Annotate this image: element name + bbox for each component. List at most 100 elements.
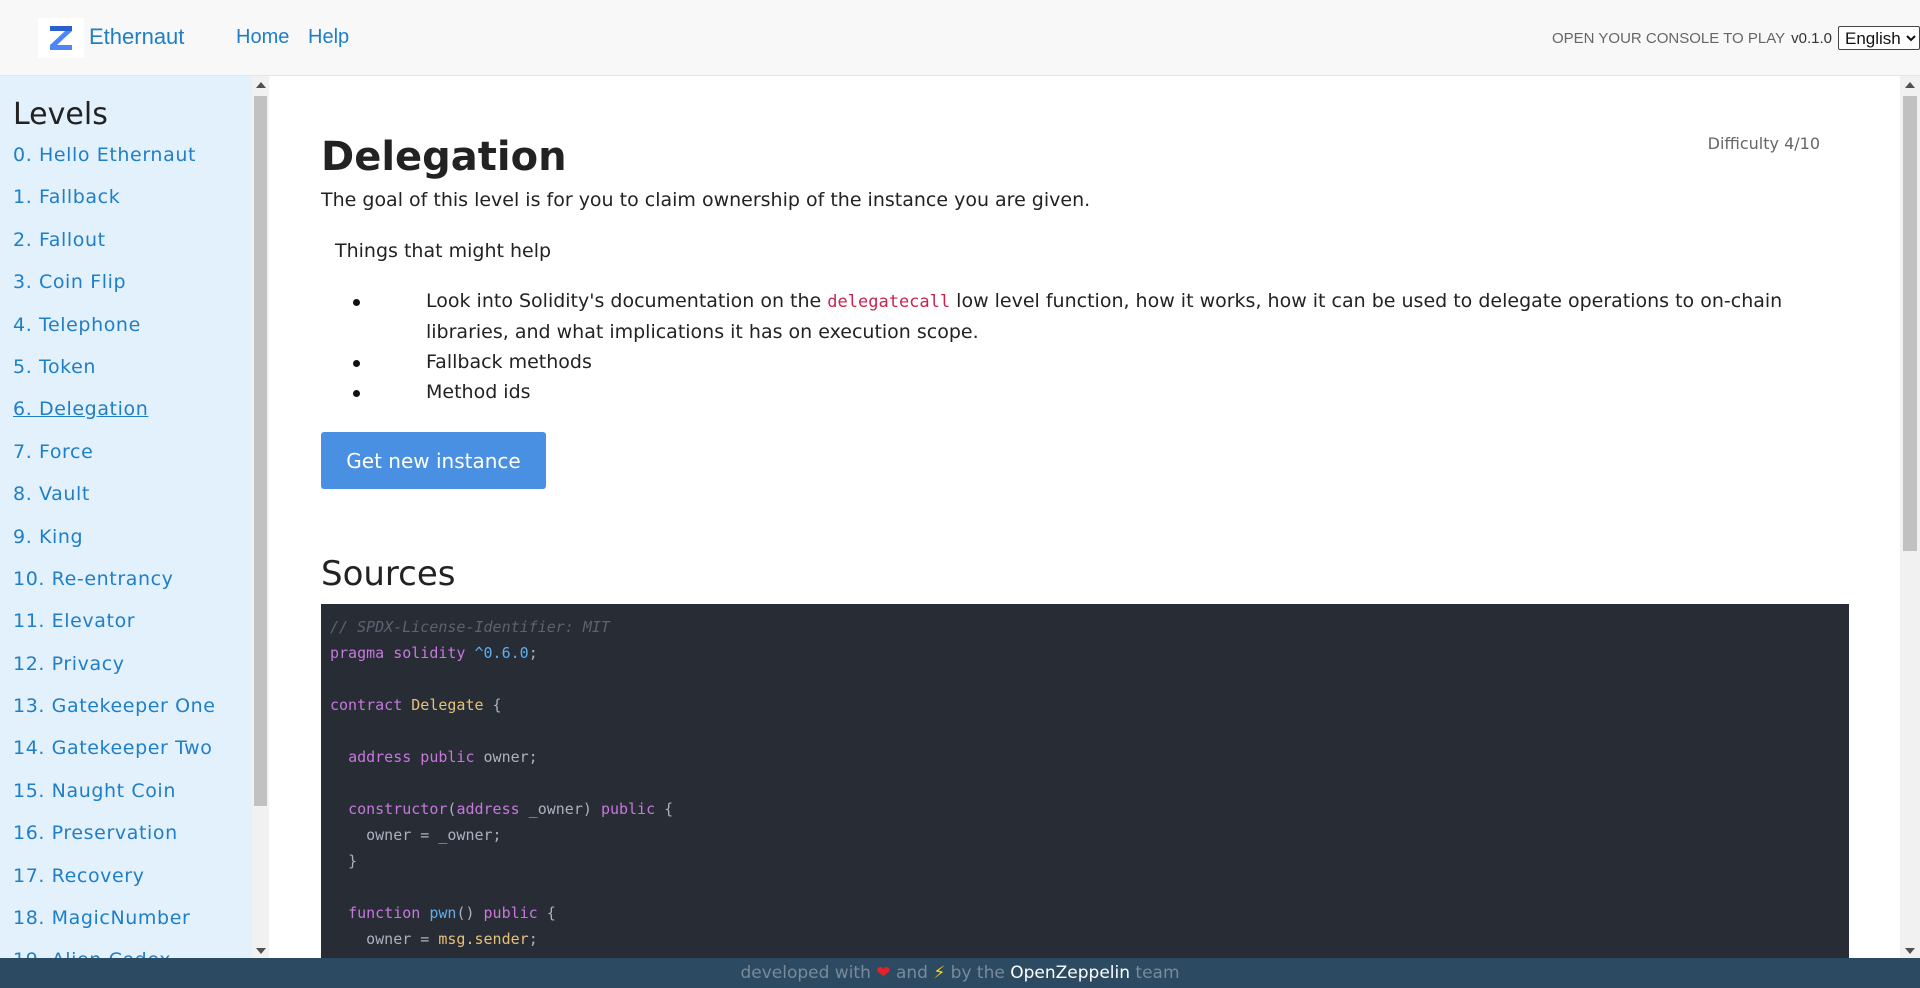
footer-text: team bbox=[1135, 963, 1180, 983]
level-item-2[interactable]: 2. Fallout bbox=[13, 229, 216, 271]
code-text: { bbox=[537, 904, 556, 922]
inline-code: delegatecall bbox=[827, 292, 951, 312]
code-text: } bbox=[348, 852, 358, 870]
level-item-1[interactable]: 1. Fallback bbox=[13, 186, 216, 228]
code-text: owner = bbox=[366, 930, 439, 948]
level-item-12[interactable]: 12. Privacy bbox=[13, 653, 216, 695]
help-item-text: Look into Solidity's documentation on th… bbox=[426, 290, 828, 312]
nav-help-link[interactable]: Help bbox=[308, 26, 349, 49]
help-item-text: Method ids bbox=[426, 381, 531, 403]
help-title: Things that might help bbox=[335, 240, 552, 262]
level-description: The goal of this level is for you to cla… bbox=[321, 189, 1091, 211]
bullet-icon bbox=[353, 360, 360, 367]
main-content: Delegation Difficulty 4/10 The goal of t… bbox=[270, 76, 1900, 958]
scroll-down-arrow-icon[interactable] bbox=[256, 948, 266, 954]
code-function-name: pwn bbox=[429, 904, 457, 922]
get-new-instance-button[interactable]: Get new instance bbox=[321, 432, 546, 489]
code-line: function pwn() public { bbox=[330, 900, 1840, 926]
level-item-5[interactable]: 5. Token bbox=[13, 356, 216, 398]
page-scroll-thumb[interactable] bbox=[1903, 96, 1917, 551]
level-item-17[interactable]: 17. Recovery bbox=[13, 865, 216, 907]
code-keyword: public bbox=[483, 904, 538, 922]
code-keyword: public bbox=[600, 800, 656, 818]
sidebar-scroll-thumb[interactable] bbox=[254, 96, 267, 806]
sidebar-scrollbar[interactable] bbox=[252, 76, 269, 958]
level-item-14[interactable]: 14. Gatekeeper Two bbox=[13, 737, 216, 779]
code-comment: // SPDX-License-Identifier: MIT bbox=[330, 618, 610, 636]
level-item-8[interactable]: 8. Vault bbox=[13, 483, 216, 525]
level-item-3[interactable]: 3. Coin Flip bbox=[13, 271, 216, 313]
code-line: } bbox=[330, 848, 1840, 874]
code-text: owner; bbox=[474, 748, 538, 766]
level-item-16[interactable]: 16. Preservation bbox=[13, 822, 216, 864]
code-text: () bbox=[456, 904, 484, 922]
bullet-icon bbox=[353, 299, 360, 306]
code-keyword: function bbox=[348, 904, 421, 922]
source-code-block: // SPDX-License-Identifier: MIT pragma s… bbox=[321, 604, 1849, 958]
code-version: ^0.6.0 bbox=[465, 644, 529, 662]
level-item-11[interactable]: 11. Elevator bbox=[13, 610, 216, 652]
code-text: ; bbox=[528, 930, 538, 948]
code-line: address public owner; bbox=[330, 744, 1840, 770]
code-line: constructor(address _owner) public { bbox=[330, 796, 1840, 822]
level-item-9[interactable]: 9. King bbox=[13, 526, 216, 568]
code-line: // SPDX-License-Identifier: MIT bbox=[330, 614, 1840, 640]
level-item-13[interactable]: 13. Gatekeeper One bbox=[13, 695, 216, 737]
code-keyword: constructor bbox=[348, 800, 448, 818]
sources-heading: Sources bbox=[321, 554, 456, 594]
top-navbar: Ethernaut Home Help OPEN YOUR CONSOLE TO… bbox=[0, 0, 1920, 76]
code-text: owner = _owner; bbox=[366, 826, 502, 844]
level-item-10[interactable]: 10. Re-entrancy bbox=[13, 568, 216, 610]
level-title: Delegation bbox=[321, 134, 567, 180]
bullet-icon bbox=[353, 390, 360, 397]
footer-text: and bbox=[895, 963, 928, 983]
version-label: v0.1.0 bbox=[1791, 29, 1832, 47]
header-right: OPEN YOUR CONSOLE TO PLAY v0.1.0 English bbox=[1552, 26, 1920, 50]
level-item-0[interactable]: 0. Hello Ethernaut bbox=[13, 144, 216, 186]
code-text: _owner) bbox=[519, 800, 601, 818]
code-line: pragma solidity ^0.6.0; bbox=[330, 640, 1840, 666]
level-item-6-active[interactable]: 6. Delegation bbox=[13, 398, 216, 440]
code-text: { bbox=[655, 800, 674, 818]
levels-sidebar: Levels 0. Hello Ethernaut 1. Fallback 2.… bbox=[0, 76, 252, 958]
scroll-down-arrow-icon[interactable] bbox=[1905, 948, 1915, 954]
openzeppelin-link[interactable]: OpenZeppelin bbox=[1010, 963, 1130, 983]
nav-home-link[interactable]: Home bbox=[236, 26, 289, 49]
code-contract-name: Delegate bbox=[411, 696, 484, 714]
code-keyword: contract bbox=[330, 696, 403, 714]
level-item-18[interactable]: 18. MagicNumber bbox=[13, 907, 216, 949]
footer-text: developed with bbox=[740, 963, 871, 983]
code-builtin: msg.sender bbox=[438, 930, 529, 948]
help-item: Fallback methods bbox=[321, 347, 1821, 377]
code-keyword: pragma solidity bbox=[330, 644, 466, 662]
help-item: Look into Solidity's documentation on th… bbox=[321, 286, 1821, 347]
console-hint: OPEN YOUR CONSOLE TO PLAY bbox=[1551, 29, 1786, 47]
level-item-19[interactable]: 19. Alien Codex bbox=[13, 949, 216, 958]
difficulty-label: Difficulty 4/10 bbox=[1707, 134, 1820, 153]
level-item-4[interactable]: 4. Telephone bbox=[13, 314, 216, 356]
help-item: Method ids bbox=[321, 377, 1821, 407]
code-text: { bbox=[483, 696, 502, 714]
zeppelin-logo-icon[interactable] bbox=[38, 18, 84, 58]
levels-heading: Levels bbox=[13, 97, 108, 132]
help-item-text: Fallback methods bbox=[426, 351, 592, 373]
code-line: contract Delegate { bbox=[330, 692, 1840, 718]
level-item-15[interactable]: 15. Naught Coin bbox=[13, 780, 216, 822]
brand-link[interactable]: Ethernaut bbox=[89, 24, 184, 50]
language-select[interactable]: English bbox=[1838, 26, 1920, 50]
scroll-up-arrow-icon[interactable] bbox=[1905, 82, 1915, 88]
footer-text: by the bbox=[950, 963, 1005, 983]
page-scrollbar[interactable] bbox=[1900, 76, 1920, 958]
level-item-7[interactable]: 7. Force bbox=[13, 441, 216, 483]
code-line: owner = msg.sender; bbox=[330, 926, 1840, 952]
level-list: 0. Hello Ethernaut 1. Fallback 2. Fallou… bbox=[13, 144, 216, 958]
footer: developed with ❤ and ⚡ by the OpenZeppel… bbox=[0, 958, 1920, 988]
heart-icon: ❤ bbox=[876, 963, 891, 983]
help-list: Look into Solidity's documentation on th… bbox=[321, 286, 1821, 407]
code-keyword: address public bbox=[348, 748, 475, 766]
scroll-up-arrow-icon[interactable] bbox=[256, 82, 266, 88]
